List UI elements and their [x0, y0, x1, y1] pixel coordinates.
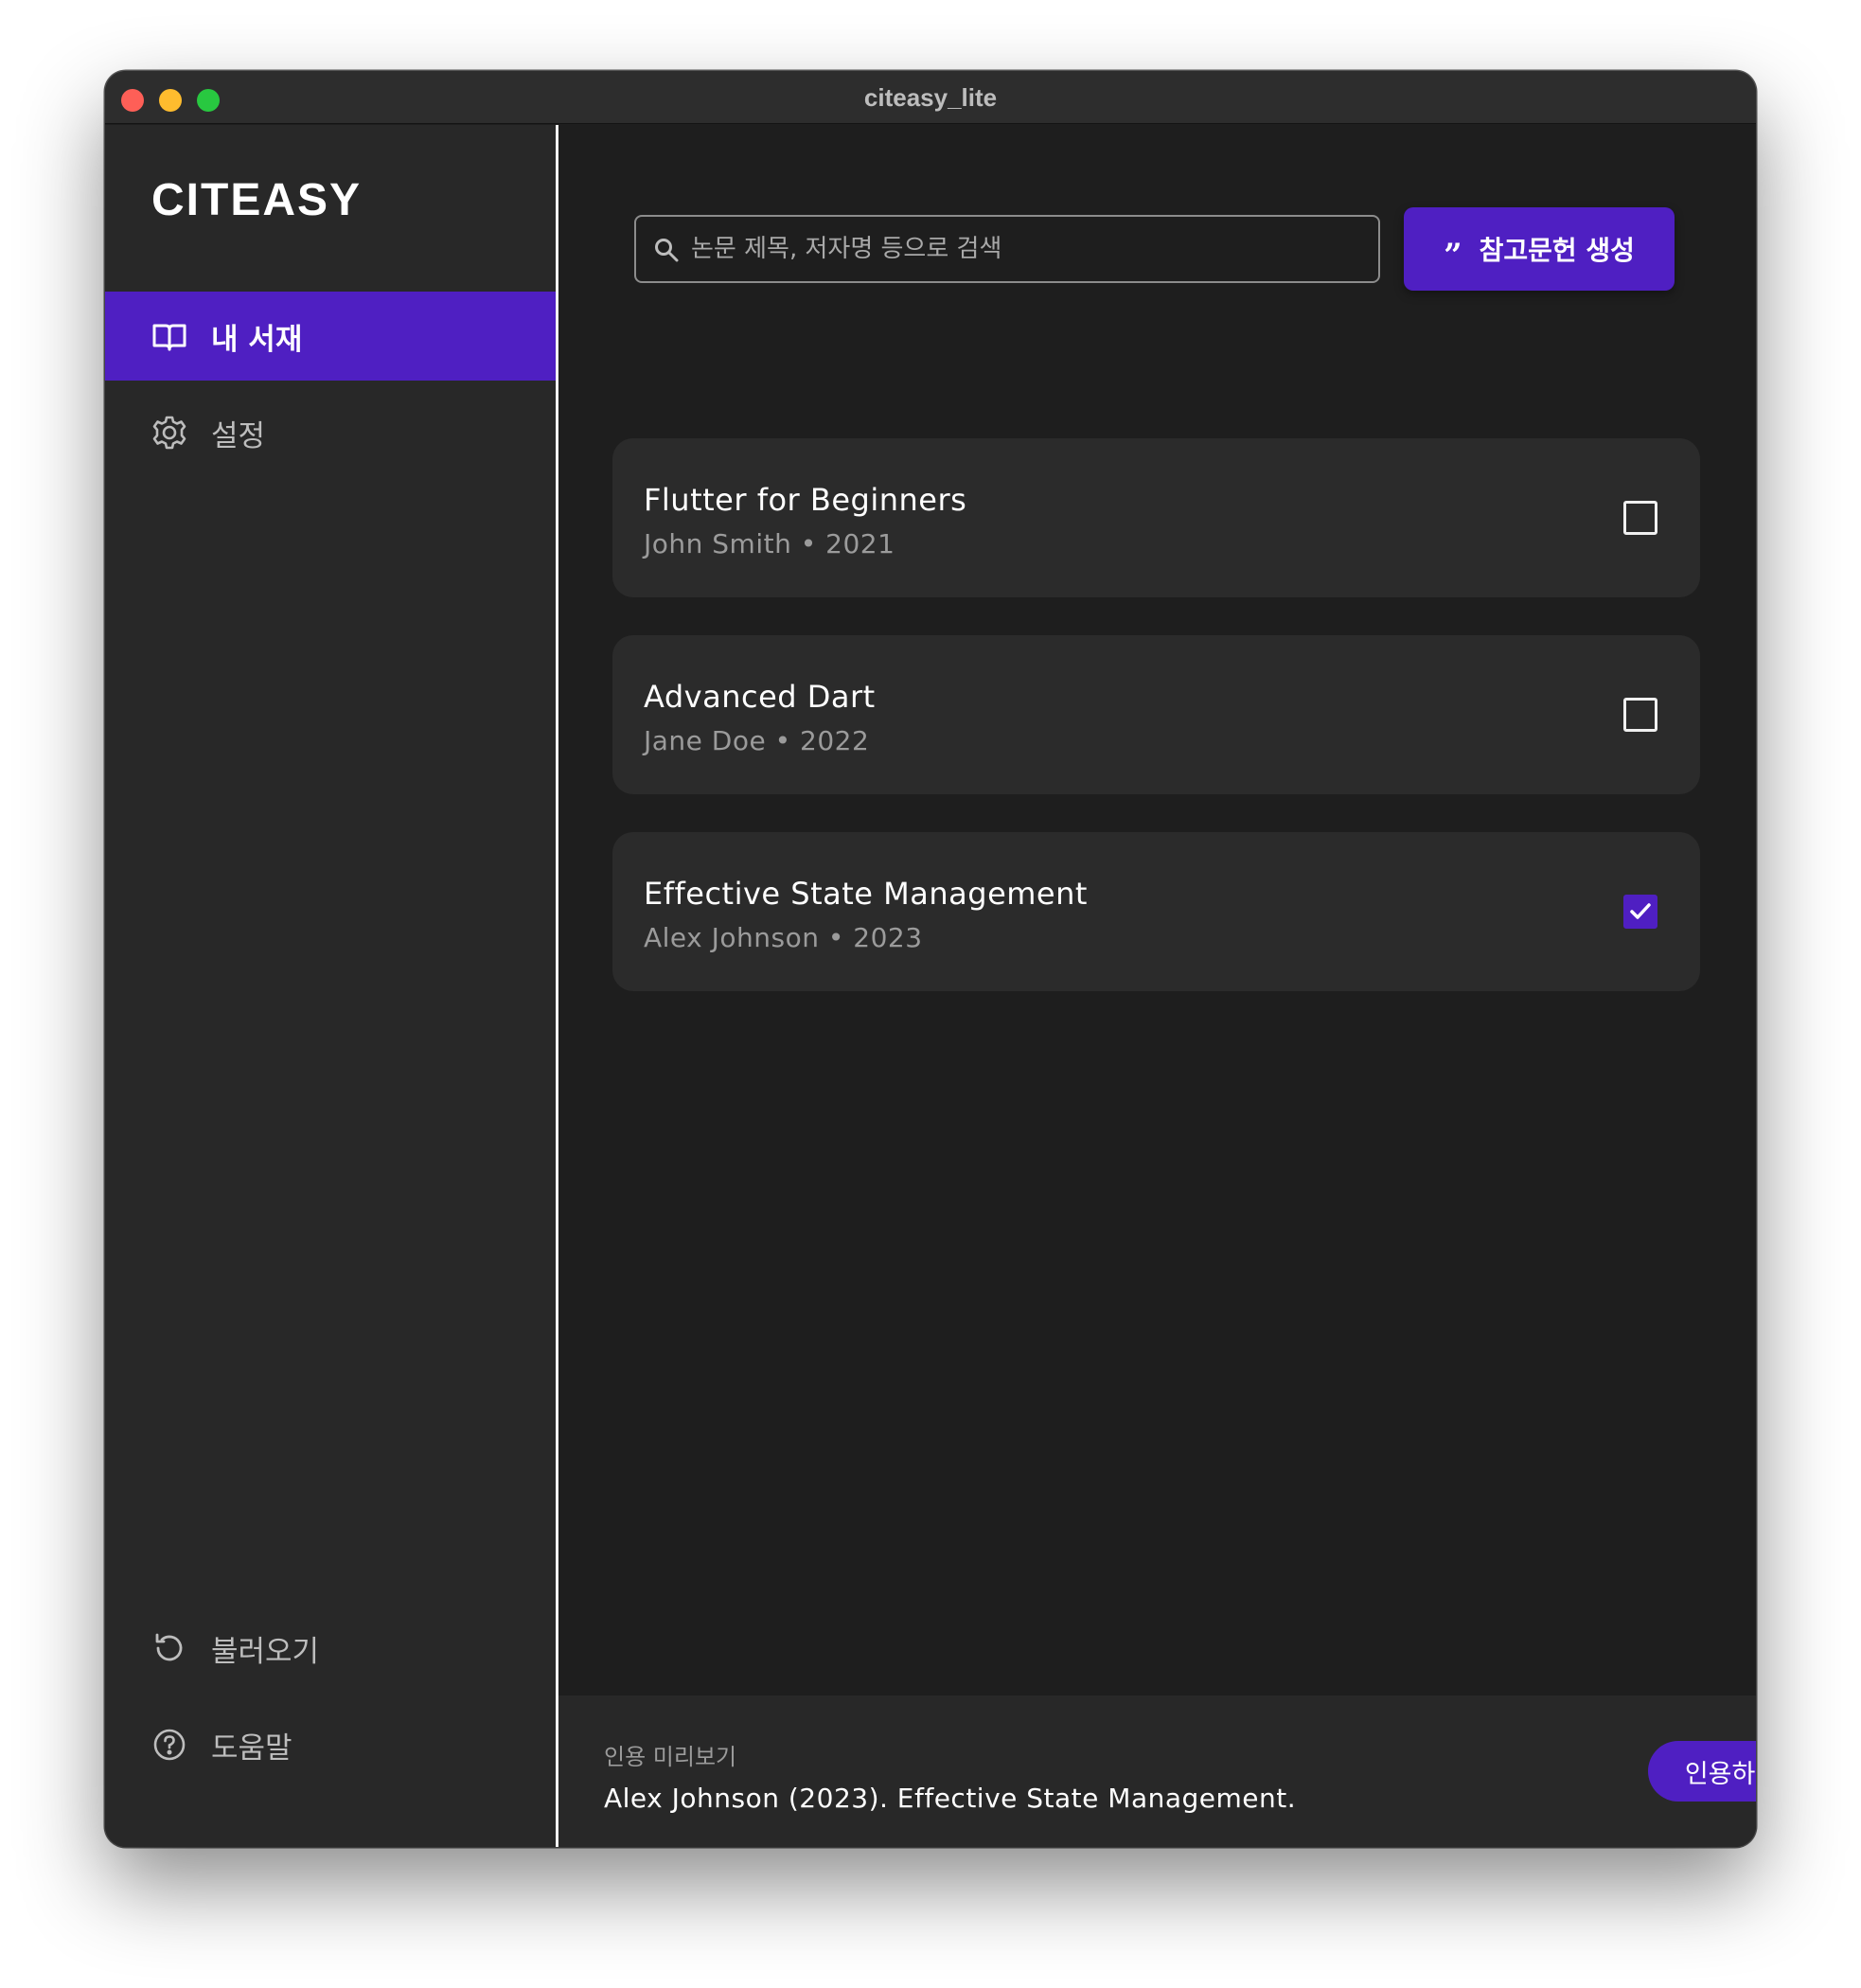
main-content: ” 참고문헌 생성 Flutter for Beginners John Smi…	[558, 125, 1756, 1847]
quote-icon: ”	[1444, 237, 1462, 275]
cite-button[interactable]: 인용하기	[1648, 1741, 1756, 1802]
app-window: citeasy_lite CITEASY 내 서재 설정 불러오기 도움말 논문…	[105, 71, 1756, 1847]
sidebar-item-library[interactable]: 내 서재	[105, 292, 556, 381]
refresh-icon	[151, 1629, 188, 1667]
generate-references-label: 참고문헌 생성	[1479, 235, 1635, 266]
paper-meta: Alex Johnson • 2023	[644, 922, 923, 953]
paper-checkbox[interactable]	[1623, 698, 1657, 732]
paper-checkbox-checked[interactable]	[1623, 895, 1657, 929]
preview-text: Alex Johnson (2023). Effective State Man…	[604, 1783, 1297, 1814]
sidebar-item-label: 도움말	[211, 1731, 292, 1766]
paper-meta: John Smith • 2021	[644, 528, 895, 559]
book-icon	[151, 317, 188, 355]
sidebar: CITEASY 내 서재 설정 불러오기 도움말	[105, 125, 558, 1847]
search-icon	[653, 237, 680, 263]
app-logo: CITEASY	[151, 175, 363, 225]
sidebar-item-settings[interactable]: 설정	[105, 388, 556, 477]
search-box[interactable]	[634, 215, 1380, 283]
sidebar-item-help[interactable]: 도움말	[105, 1700, 556, 1789]
paper-title: Flutter for Beginners	[644, 482, 967, 518]
sidebar-item-label: 설정	[211, 418, 266, 453]
sidebar-item-import[interactable]: 불러오기	[105, 1604, 556, 1693]
paper-card[interactable]: Flutter for Beginners John Smith • 2021	[612, 438, 1700, 597]
window-title: citeasy_lite	[863, 83, 998, 112]
title-bar: citeasy_lite	[105, 71, 1756, 124]
sidebar-item-label: 내 서재	[211, 322, 303, 357]
search-input[interactable]	[691, 217, 1365, 281]
sidebar-item-label: 불러오기	[211, 1634, 320, 1669]
paper-checkbox[interactable]	[1623, 501, 1657, 535]
gear-icon	[151, 414, 188, 452]
check-icon	[1630, 903, 1651, 919]
help-icon	[151, 1726, 188, 1764]
paper-card[interactable]: Effective State Management Alex Johnson …	[612, 832, 1700, 991]
citation-preview-panel: 인용 미리보기 Alex Johnson (2023). Effective S…	[558, 1695, 1756, 1847]
paper-card[interactable]: Advanced Dart Jane Doe • 2022	[612, 635, 1700, 794]
preview-label: 인용 미리보기	[604, 1744, 737, 1770]
generate-references-button[interactable]: ” 참고문헌 생성	[1404, 207, 1675, 291]
paper-title: Advanced Dart	[644, 679, 876, 715]
paper-title: Effective State Management	[644, 876, 1088, 912]
paper-meta: Jane Doe • 2022	[644, 725, 870, 756]
